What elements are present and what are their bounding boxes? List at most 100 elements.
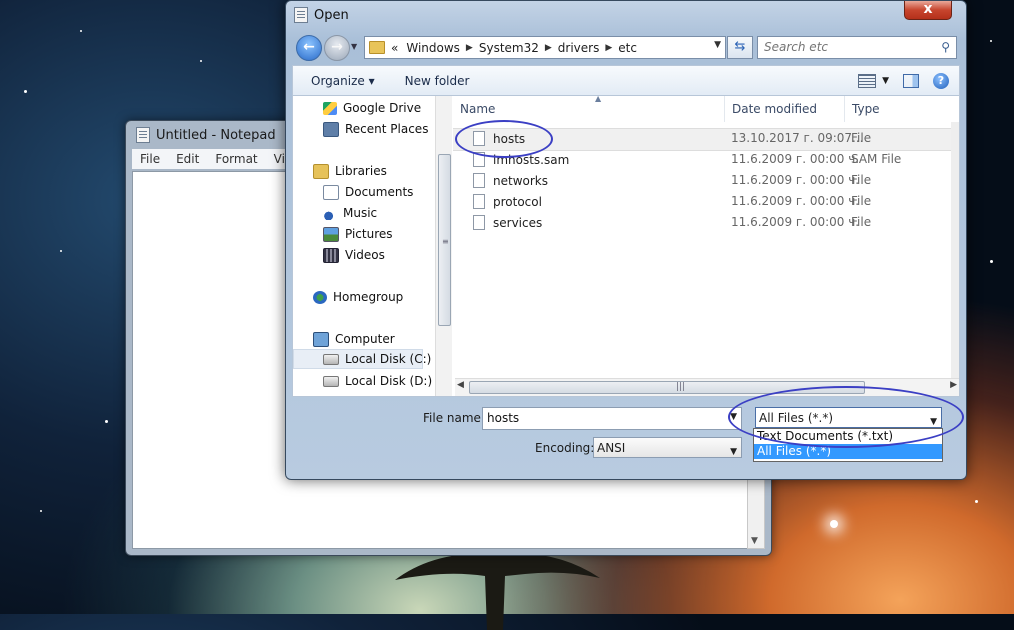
homegroup-icon xyxy=(313,290,327,304)
change-view-icon[interactable] xyxy=(858,74,877,88)
menu-format[interactable]: Format xyxy=(215,152,257,166)
computer-icon xyxy=(313,331,329,347)
nav-label: Local Disk (C:) xyxy=(345,352,432,366)
navigation-row: ← → ▼ « Windows ▶ System32 ▶ drivers ▶ e… xyxy=(294,33,958,61)
nav-label: Local Disk (D:) xyxy=(345,374,433,388)
navigation-pane: Google Drive Recent Places Libraries Doc… xyxy=(293,96,435,396)
file-type: File xyxy=(851,215,872,229)
nav-item-documents[interactable]: Documents xyxy=(323,182,413,202)
refresh-icon: ⇆ xyxy=(734,39,746,54)
forward-button[interactable]: → xyxy=(324,35,350,61)
close-button[interactable]: x xyxy=(904,1,952,20)
documents-icon xyxy=(323,184,339,200)
breadcrumb-overflow[interactable]: « xyxy=(391,41,398,55)
nav-item-local-disk-d[interactable]: Local Disk (D:) xyxy=(323,371,432,391)
help-icon[interactable]: ? xyxy=(933,73,949,89)
scroll-thumb[interactable]: ≡ xyxy=(438,154,451,326)
music-icon xyxy=(323,206,337,220)
recent-locations-dropdown-icon[interactable]: ▼ xyxy=(351,42,357,51)
breadcrumb-system32[interactable]: System32 xyxy=(479,41,539,55)
nav-label: Recent Places xyxy=(345,122,429,136)
back-button[interactable]: ← xyxy=(296,35,322,61)
search-box[interactable]: ⚲ xyxy=(757,36,957,59)
disk-icon xyxy=(323,375,339,387)
encoding-selected-value: ANSI xyxy=(597,441,626,455)
breadcrumb-drivers[interactable]: drivers xyxy=(558,41,600,55)
file-row-services[interactable]: services 11.6.2009 г. 00:00 ч. File xyxy=(453,213,959,234)
file-date: 11.6.2009 г. 00:00 ч. xyxy=(731,215,860,229)
file-list-vertical-scrollbar[interactable] xyxy=(951,122,959,378)
nav-item-libraries[interactable]: Libraries xyxy=(313,161,387,181)
file-name-input[interactable] xyxy=(483,408,721,427)
nav-item-videos[interactable]: Videos xyxy=(323,245,385,265)
forward-arrow-icon: → xyxy=(331,39,343,55)
organize-button[interactable]: Organize ▾ xyxy=(311,74,375,88)
scroll-down-arrow-icon[interactable]: ▼ xyxy=(751,536,758,546)
nav-item-google-drive[interactable]: Google Drive xyxy=(323,98,421,118)
view-dropdown-icon[interactable]: ▼ xyxy=(882,76,889,86)
close-icon: x xyxy=(923,1,933,17)
encoding-dropdown-icon[interactable]: ▼ xyxy=(730,442,737,462)
address-dropdown-icon[interactable]: ▼ xyxy=(714,40,721,50)
file-type: SAM File xyxy=(851,152,902,166)
notepad-title-bar[interactable]: Untitled - Notepad xyxy=(136,125,276,145)
file-icon xyxy=(473,215,485,230)
file-name: services xyxy=(493,216,543,230)
file-date: 13.10.2017 г. 09:07... xyxy=(731,131,864,145)
menu-file[interactable]: File xyxy=(140,152,160,166)
annotation-ring-file-type xyxy=(728,386,964,448)
encoding-select[interactable]: ANSI ▼ xyxy=(593,437,742,458)
new-folder-button[interactable]: New folder xyxy=(405,74,470,88)
column-header-date-modified[interactable]: Date modified xyxy=(725,96,845,122)
back-arrow-icon: ← xyxy=(303,39,315,55)
search-icon[interactable]: ⚲ xyxy=(941,40,950,54)
nav-label: Libraries xyxy=(335,164,387,178)
menu-edit[interactable]: Edit xyxy=(176,152,199,166)
nav-label: Pictures xyxy=(345,227,393,241)
pictures-icon xyxy=(323,226,339,242)
file-name-combobox[interactable]: ▼ xyxy=(482,407,742,430)
column-header-name[interactable]: Name xyxy=(453,96,725,122)
nav-item-computer[interactable]: Computer xyxy=(313,329,395,349)
annotation-ring-hosts xyxy=(455,120,553,158)
libraries-icon xyxy=(313,163,329,179)
recent-places-icon xyxy=(323,121,339,137)
file-row-networks[interactable]: networks 11.6.2009 г. 00:00 ч. File xyxy=(453,171,959,192)
refresh-button[interactable]: ⇆ xyxy=(727,36,753,59)
encoding-label: Encoding: xyxy=(535,441,595,455)
nav-label: Google Drive xyxy=(343,101,422,115)
file-date: 11.6.2009 г. 00:00 ч. xyxy=(731,194,860,208)
notepad-title: Untitled - Notepad xyxy=(156,127,276,143)
breadcrumb-separator-icon[interactable]: ▶ xyxy=(545,43,552,53)
grip-icon: ≡ xyxy=(442,237,449,246)
dialog-title-bar[interactable]: Open xyxy=(294,5,349,25)
nav-item-homegroup[interactable]: Homegroup xyxy=(313,287,403,307)
file-date: 11.6.2009 г. 00:00 ч. xyxy=(731,152,860,166)
folder-icon xyxy=(369,41,385,54)
scroll-right-arrow-icon[interactable]: ▶ xyxy=(950,380,957,390)
nav-item-recent-places[interactable]: Recent Places xyxy=(323,119,428,139)
breadcrumb-windows[interactable]: Windows xyxy=(406,41,460,55)
breadcrumb-separator-icon[interactable]: ▶ xyxy=(605,43,612,53)
file-name-label: File name: xyxy=(423,411,485,425)
nav-item-pictures[interactable]: Pictures xyxy=(323,224,393,244)
nav-item-local-disk-c[interactable]: Local Disk (C:) xyxy=(293,349,431,369)
search-input[interactable] xyxy=(758,37,940,56)
scroll-left-arrow-icon[interactable]: ◀ xyxy=(457,380,464,390)
videos-icon xyxy=(323,247,339,263)
breadcrumb-separator-icon[interactable]: ▶ xyxy=(466,43,473,53)
nav-label: Documents xyxy=(345,185,414,199)
file-icon xyxy=(473,173,485,188)
google-drive-icon xyxy=(323,101,337,115)
address-bar[interactable]: « Windows ▶ System32 ▶ drivers ▶ etc ▼ xyxy=(364,36,726,59)
navigation-pane-scrollbar[interactable]: ≡ xyxy=(435,96,452,396)
breadcrumb-etc[interactable]: etc xyxy=(618,41,637,55)
nav-item-music[interactable]: Music xyxy=(323,203,377,223)
file-type: File xyxy=(851,194,872,208)
file-name: protocol xyxy=(493,195,542,209)
column-header-type[interactable]: Type xyxy=(845,96,955,122)
open-dialog-icon xyxy=(294,7,308,23)
nav-label: Videos xyxy=(345,248,385,262)
preview-pane-icon[interactable] xyxy=(903,74,919,88)
file-row-protocol[interactable]: protocol 11.6.2009 г. 00:00 ч. File xyxy=(453,192,959,213)
